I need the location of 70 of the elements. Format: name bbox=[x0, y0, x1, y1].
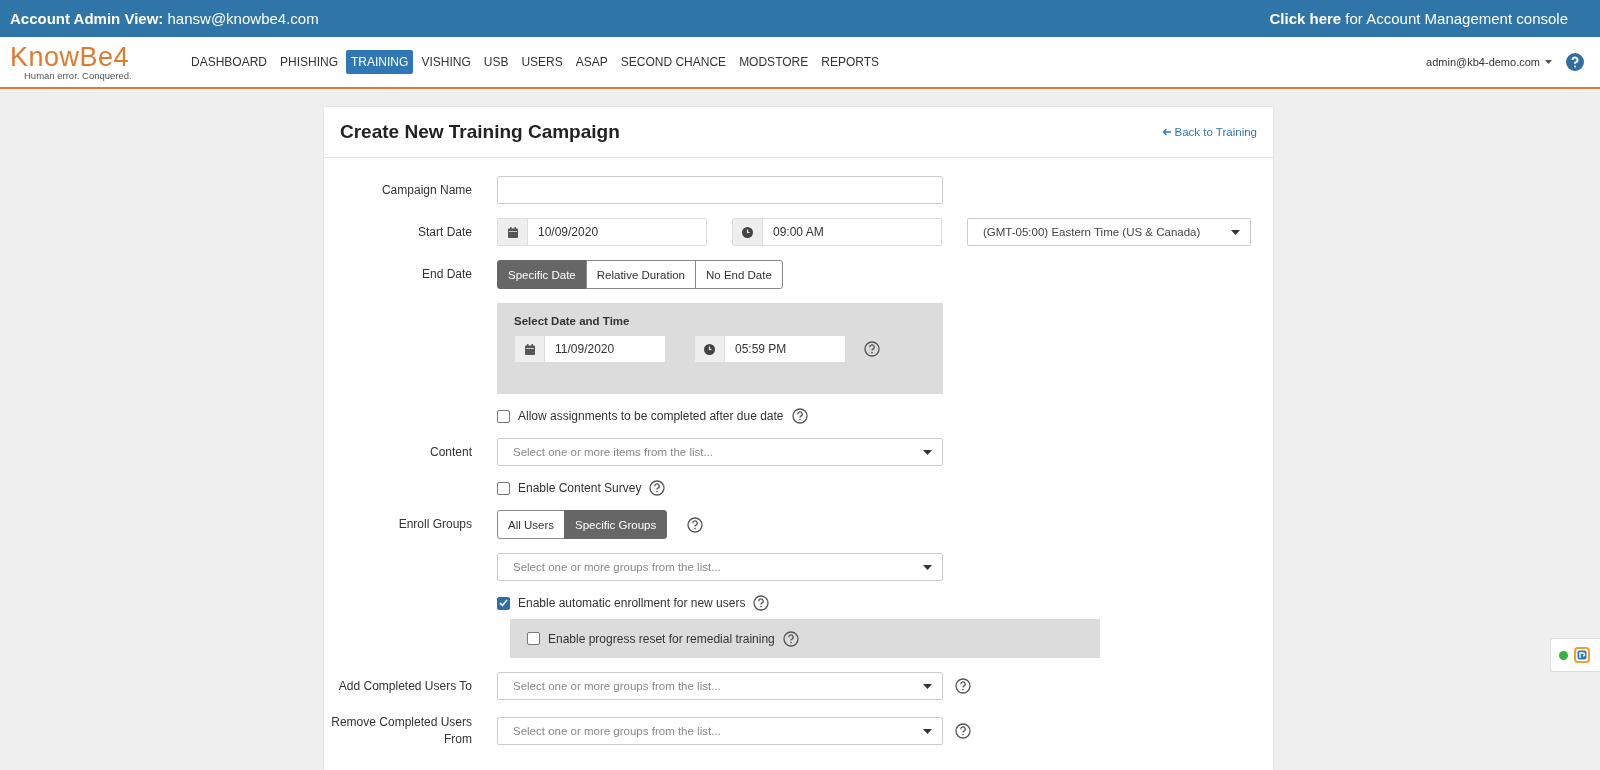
field-label: Remove Completed Users From bbox=[330, 714, 472, 748]
toggle-option[interactable]: All Users bbox=[497, 510, 565, 539]
caret-icon bbox=[1545, 60, 1552, 64]
checkbox-label: Allow assignments to be completed after due date bbox=[518, 409, 784, 423]
caret-icon bbox=[923, 683, 932, 689]
checkbox[interactable] bbox=[497, 481, 510, 495]
nav-item[interactable]: TRAINING bbox=[346, 50, 414, 74]
campaign-name-input[interactable] bbox=[497, 176, 943, 204]
chat-widget[interactable] bbox=[1550, 638, 1600, 672]
select-field[interactable]: Select one or more groups from the list... bbox=[497, 717, 943, 745]
date-field[interactable]: 11/09/2020 bbox=[514, 335, 666, 363]
time-field[interactable]: 09:00 AM bbox=[732, 218, 942, 246]
panel-title: Select Date and Time bbox=[514, 315, 631, 327]
help-icon[interactable] bbox=[955, 723, 971, 739]
nav-item[interactable]: ASAP bbox=[570, 50, 613, 74]
checkbox-label: Enable Content Survey bbox=[518, 481, 642, 495]
widget-logo-icon bbox=[1574, 647, 1590, 663]
help-icon[interactable] bbox=[864, 341, 880, 357]
help-icon[interactable] bbox=[955, 678, 971, 694]
field-label: Content bbox=[428, 443, 472, 461]
time-field[interactable]: 05:59 PM bbox=[694, 335, 846, 363]
clock-icon bbox=[742, 226, 753, 238]
field-label: Campaign Name bbox=[380, 181, 472, 199]
toggle-option[interactable]: Relative Duration bbox=[585, 260, 696, 289]
caret-icon bbox=[923, 564, 932, 570]
field-label: Start Date bbox=[416, 223, 472, 241]
field-label: Add Completed Users To bbox=[337, 677, 472, 695]
admin-view-text: Account Admin View: hansw@knowbe4.com bbox=[10, 10, 319, 27]
caret-icon bbox=[923, 449, 932, 455]
page-title: Create New Training Campaign bbox=[340, 121, 620, 143]
nav-item[interactable]: VISHING bbox=[416, 50, 476, 74]
checkbox-label: Enable progress reset for remedial training bbox=[548, 631, 775, 646]
nav-item[interactable]: USERS bbox=[516, 50, 568, 74]
help-icon[interactable] bbox=[782, 630, 799, 647]
nav-item[interactable]: SECOND CHANCE bbox=[615, 50, 732, 74]
account-console-link[interactable]: Click here for Account Management console bbox=[1269, 10, 1568, 27]
checkbox[interactable] bbox=[497, 596, 510, 610]
help-icon[interactable] bbox=[753, 595, 770, 611]
nav-item[interactable]: DASHBOARD bbox=[186, 50, 272, 74]
arrow-left-icon bbox=[1161, 128, 1171, 136]
help-icon[interactable] bbox=[791, 408, 808, 424]
checkbox[interactable] bbox=[497, 409, 510, 423]
checkbox-label: Enable automatic enrollment for new users bbox=[518, 596, 746, 610]
caret-icon bbox=[923, 728, 932, 734]
toggle-option[interactable]: Specific Date bbox=[497, 260, 587, 289]
toggle-option[interactable]: No End Date bbox=[695, 260, 783, 289]
user-menu[interactable]: admin@kb4-demo.com bbox=[1426, 56, 1552, 68]
logo-tagline: Human error. Conquered. bbox=[24, 69, 133, 81]
select-field[interactable]: Select one or more groups from the list... bbox=[497, 553, 943, 581]
help-icon[interactable] bbox=[687, 516, 704, 533]
clock-icon bbox=[704, 343, 715, 355]
select-field[interactable]: Select one or more items from the list... bbox=[497, 438, 943, 466]
field-label: End Date bbox=[420, 266, 472, 283]
calendar-icon bbox=[524, 343, 535, 355]
nav-item[interactable]: USB bbox=[478, 50, 514, 74]
status-dot-icon bbox=[1559, 650, 1568, 660]
field-label: Enroll Groups bbox=[397, 516, 472, 533]
nav-item[interactable]: PHISHING bbox=[275, 50, 344, 74]
caret-icon bbox=[1231, 229, 1240, 235]
select-field[interactable]: Select one or more groups from the list... bbox=[497, 672, 943, 700]
nav-item[interactable]: REPORTS bbox=[816, 50, 885, 74]
calendar-icon bbox=[507, 226, 518, 238]
date-field[interactable]: 10/09/2020 bbox=[497, 218, 707, 246]
checkbox[interactable] bbox=[527, 632, 540, 645]
nav-item[interactable]: MODSTORE bbox=[734, 50, 814, 74]
help-icon[interactable] bbox=[1566, 53, 1584, 71]
help-icon[interactable] bbox=[649, 480, 666, 496]
back-link[interactable]: Back to Training bbox=[1161, 126, 1257, 138]
timezone-select[interactable]: (GMT-05:00) Eastern Time (US & Canada) bbox=[967, 218, 1251, 246]
toggle-option[interactable]: Specific Groups bbox=[564, 510, 668, 539]
